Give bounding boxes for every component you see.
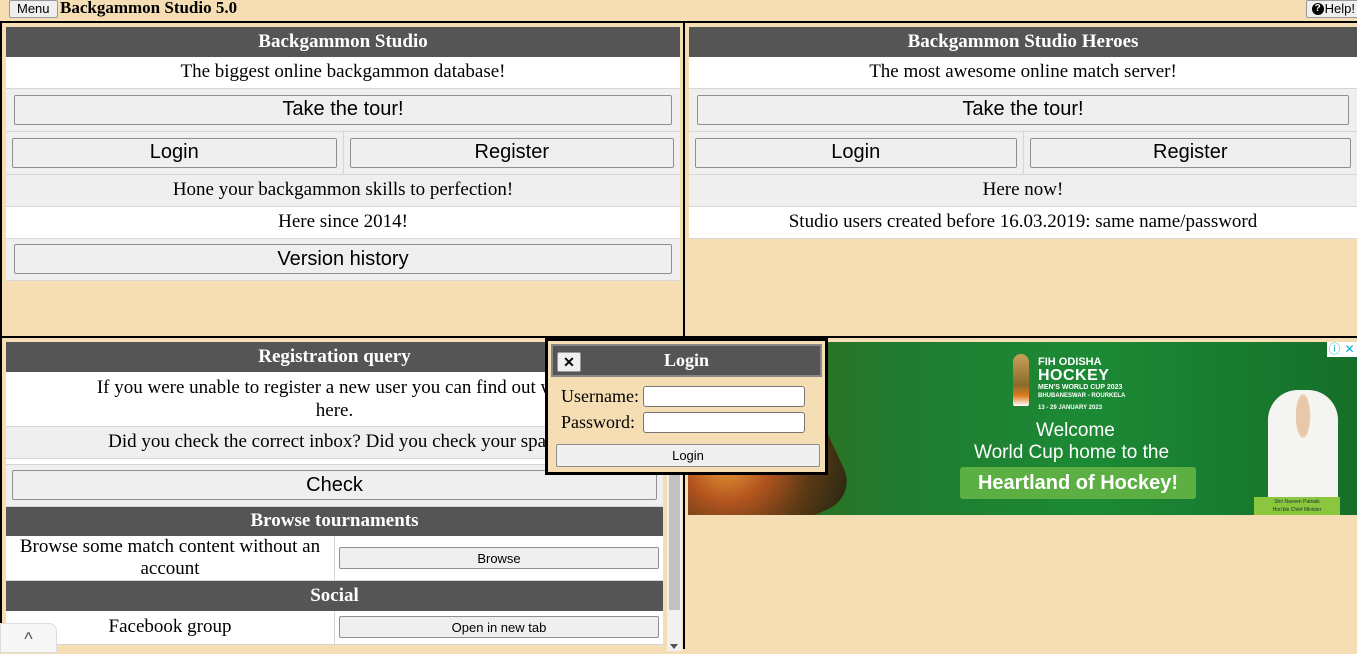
ad-info-icon[interactable]: ⓘ bbox=[1327, 342, 1342, 357]
ad-person-caption: Shri Naveen Patnaik Hon'ble Chief Minist… bbox=[1254, 497, 1340, 515]
help-label: Help! bbox=[1324, 1, 1355, 16]
ad-cta: Heartland of Hockey! bbox=[960, 467, 1196, 499]
password-label: Password: bbox=[561, 412, 636, 432]
heroes-table: Backgammon Studio Heroes The most awesom… bbox=[689, 27, 1357, 239]
chevron-up-icon: ^ bbox=[24, 629, 33, 649]
social-title: Social bbox=[6, 580, 663, 611]
ad-dates: 13 - 29 JANUARY 2023 bbox=[1038, 405, 1103, 411]
ad-brand-worldcup: MEN'S WORLD CUP 2023 bbox=[1038, 384, 1123, 391]
ad-controls: ⓘ ✕ bbox=[1327, 342, 1357, 357]
login-dialog-header: ✕ Login bbox=[551, 344, 822, 377]
ad-brand-cities: BHUBANESWAR - ROURKELA bbox=[1038, 393, 1126, 399]
heroes-here-now: Here now! bbox=[689, 174, 1357, 207]
top-bar: Menu Backgammon Studio 5.0 ? Help! bbox=[0, 0, 1357, 21]
password-input[interactable] bbox=[643, 412, 805, 433]
studio-register-button[interactable]: Register bbox=[349, 137, 674, 168]
studio-title: Backgammon Studio bbox=[6, 27, 680, 57]
username-input[interactable] bbox=[643, 386, 805, 407]
hockey-trophy-icon bbox=[1013, 354, 1029, 406]
ad-close-icon[interactable]: ✕ bbox=[1342, 342, 1357, 357]
social-row: Facebook group Open in new tab bbox=[6, 610, 663, 645]
studio-hone-text: Hone your backgammon skills to perfectio… bbox=[6, 174, 680, 207]
facebook-open-button[interactable]: Open in new tab bbox=[339, 616, 659, 639]
version-history-button[interactable]: Version history bbox=[14, 244, 672, 274]
menu-button[interactable]: Menu bbox=[9, 0, 58, 18]
heroes-title: Backgammon Studio Heroes bbox=[689, 27, 1357, 57]
scroll-down-arrow-icon[interactable] bbox=[670, 644, 678, 649]
studio-login-button[interactable]: Login bbox=[12, 137, 337, 168]
login-submit-button[interactable]: Login bbox=[556, 444, 820, 467]
browse-text: Browse some match content without an acc… bbox=[6, 536, 335, 581]
heroes-tour-button[interactable]: Take the tour! bbox=[697, 94, 1349, 125]
browse-button[interactable]: Browse bbox=[339, 547, 659, 569]
heroes-register-button[interactable]: Register bbox=[1029, 137, 1351, 168]
username-label: Username: bbox=[561, 386, 639, 406]
studio-tagline: The biggest online backgammon database! bbox=[6, 57, 680, 89]
login-dialog: ✕ Login Username: Password: Login bbox=[545, 338, 828, 475]
login-dialog-title: Login bbox=[663, 350, 710, 370]
ad-line2: World Cup home to the bbox=[974, 442, 1170, 463]
studio-tour-button[interactable]: Take the tour! bbox=[14, 94, 672, 125]
ad-welcome: Welcome bbox=[1036, 420, 1115, 441]
ad-brand-hockey: HOCKEY bbox=[1038, 367, 1110, 384]
heroes-login-button[interactable]: Login bbox=[695, 137, 1017, 168]
help-icon: ? bbox=[1311, 3, 1324, 15]
studio-table: Backgammon Studio The biggest online bac… bbox=[6, 27, 680, 281]
studio-panel: Backgammon Studio The biggest online bac… bbox=[0, 21, 685, 338]
browse-title: Browse tournaments bbox=[6, 506, 663, 536]
heroes-tagline: The most awesome online match server! bbox=[689, 57, 1357, 89]
studio-since-text: Here since 2014! bbox=[6, 206, 680, 239]
heroes-note: Studio users created before 16.03.2019: … bbox=[689, 206, 1357, 239]
app-title: Backgammon Studio 5.0 bbox=[60, 0, 238, 17]
close-icon[interactable]: ✕ bbox=[557, 352, 581, 372]
heroes-panel: Backgammon Studio Heroes The most awesom… bbox=[683, 21, 1357, 338]
help-button[interactable]: ? Help! bbox=[1305, 0, 1357, 18]
